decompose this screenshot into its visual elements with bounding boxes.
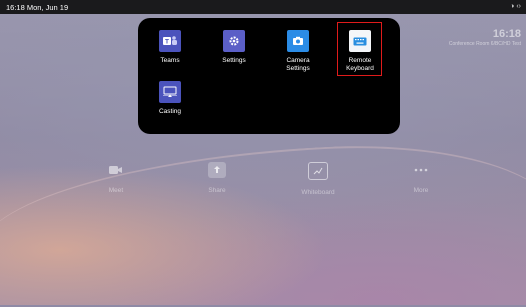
app-label: Settings: [222, 57, 246, 64]
svg-text:T: T: [165, 39, 169, 46]
dock-share[interactable]: Share: [187, 162, 247, 194]
dock-whiteboard[interactable]: Whiteboard: [288, 162, 348, 196]
settings-gear-icon: [223, 30, 245, 52]
status-time: 16:18 Mon, Jun 19: [6, 3, 69, 12]
app-label: Casting: [158, 108, 182, 115]
room-name: Conference Room 6/BC/HD Test: [448, 41, 521, 47]
dock-label: Meet: [108, 187, 124, 194]
app-label: Camera Settings: [272, 57, 324, 73]
app-settings[interactable]: Settings: [208, 30, 260, 65]
teams-icon: T: [159, 30, 181, 52]
status-bar: 16:18 Mon, Jun 19 ◑ ‹›: [0, 0, 526, 14]
dock-more[interactable]: More: [391, 162, 451, 194]
system-status-icon: ◑ ‹›: [510, 3, 521, 10]
casting-icon: [159, 81, 181, 103]
camera-icon: [287, 30, 309, 52]
dock-label: More: [413, 187, 429, 194]
app-teams[interactable]: T Teams: [144, 30, 196, 65]
home-dock: Meet Share Whiteboard More: [0, 158, 526, 208]
clock-time: 16:18: [492, 28, 521, 40]
dock-label: Share: [208, 187, 226, 194]
video-camera-icon: [107, 162, 125, 178]
home-clock: 16:18 Conference Room 6/BC/HD Test: [449, 28, 521, 47]
app-casting[interactable]: Casting: [144, 81, 196, 116]
selection-highlight: [337, 22, 382, 76]
app-label-text: Camera Settings: [286, 57, 310, 72]
share-icon: [208, 162, 226, 178]
app-label: Teams: [160, 57, 180, 64]
app-camera-settings[interactable]: Camera Settings: [272, 30, 324, 73]
more-dots-icon: [412, 162, 430, 178]
dock-meet[interactable]: Meet: [86, 162, 146, 194]
dock-label: Whiteboard: [301, 189, 335, 196]
whiteboard-icon: [308, 162, 328, 180]
